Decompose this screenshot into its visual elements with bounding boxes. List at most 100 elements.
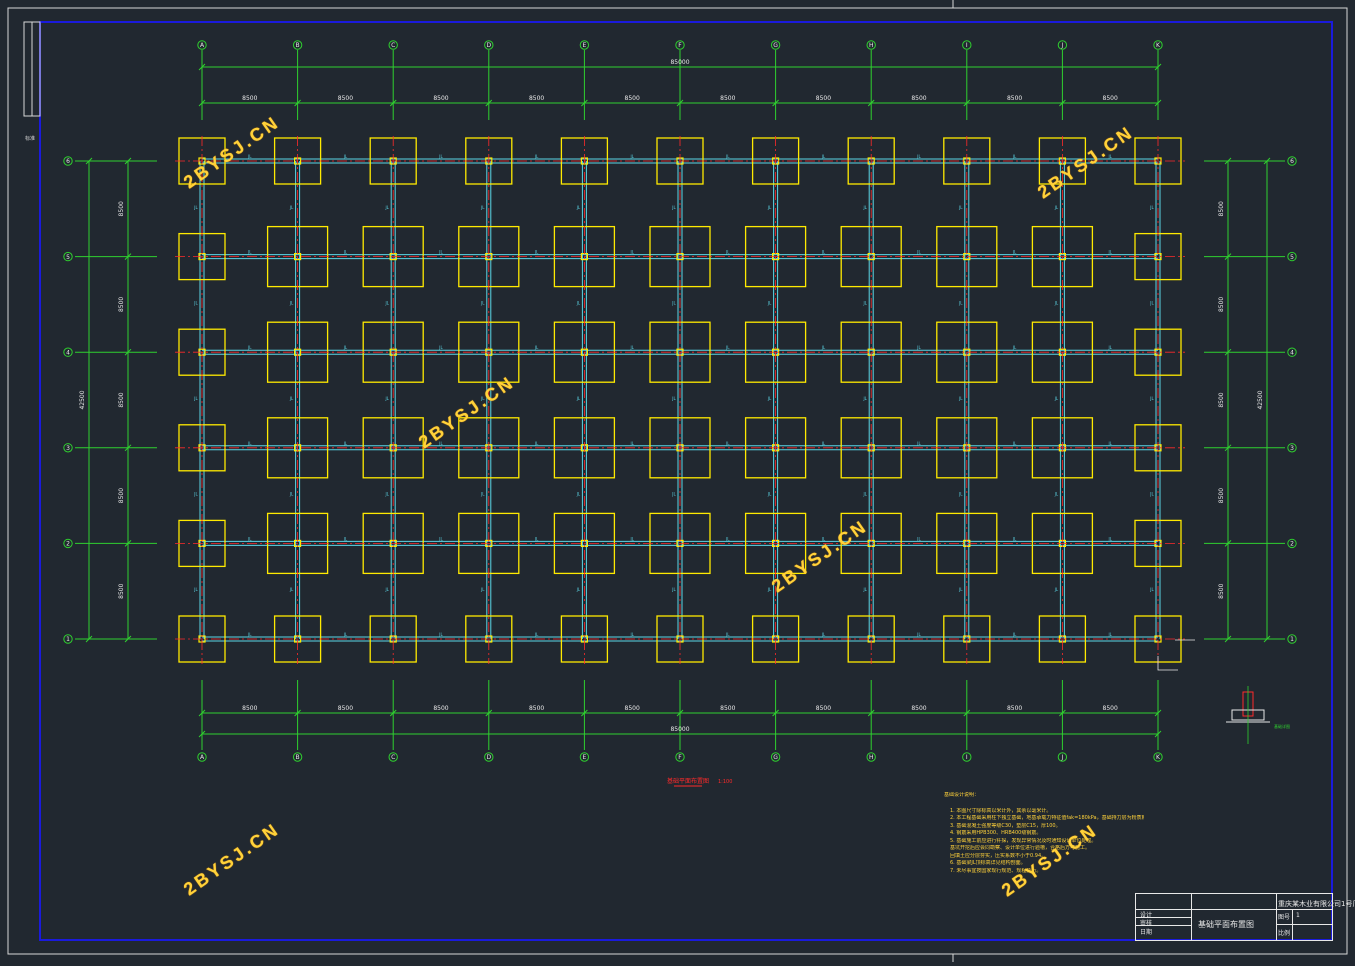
- beam-label: JL: [193, 205, 198, 210]
- beam-label: JL: [1012, 154, 1017, 159]
- beam-label: JL: [767, 587, 772, 592]
- beam-label: JL: [916, 632, 921, 637]
- beam-label: JL: [1012, 250, 1017, 255]
- axis-bubble-label: 4: [1290, 349, 1294, 356]
- axis-bubble-label: 4: [66, 349, 70, 356]
- axis-bubble-label: E: [583, 42, 587, 49]
- beam-label: JL: [1012, 345, 1017, 350]
- tb-drawing-name: 基础平面布置图: [1198, 920, 1254, 929]
- notes-line: 基坑开挖后应会同勘察、设计单位进行验槽，合格后方可施工。: [950, 845, 1091, 851]
- dim-bay-right-text: 8500: [1218, 583, 1225, 598]
- beam-label: JL: [576, 492, 581, 497]
- notes-line: 2. 本工程基础采用柱下独立基础，地基承载力特征值fak=180kPa，基础持力…: [950, 815, 1144, 821]
- dim-bay-left-text: 8500: [118, 201, 125, 216]
- beam-label: JL: [916, 345, 921, 350]
- axis-bubble-label: 1: [66, 636, 70, 643]
- beam-label: JL: [438, 250, 443, 255]
- beam-label: JL: [384, 396, 389, 401]
- dim-bay-top-text: 8500: [242, 95, 257, 102]
- axis-bubble-label: J: [1061, 42, 1064, 49]
- beam-label: JL: [1012, 441, 1017, 446]
- beam-label: JL: [343, 345, 348, 350]
- dim-bay-top-text: 8500: [1103, 95, 1118, 102]
- beam-label: JL: [821, 345, 826, 350]
- dim-bay-top-text: 8500: [911, 95, 926, 102]
- dim-bay-bottom-text: 8500: [242, 705, 257, 712]
- notes-line: 5. 基础施工前应进行钎探，发现异常情况及时通知设计单位处理。: [950, 837, 1097, 844]
- beam-label: JL: [862, 587, 867, 592]
- cad-drawing: JL JL JL JL JL JL JL JL JL JL JL JL JL JL JL JL JL JL JL JL…: [0, 0, 1355, 962]
- dim-bay-top-text: 8500: [529, 95, 544, 102]
- beam-label: JL: [862, 205, 867, 210]
- beam-label: JL: [821, 250, 826, 255]
- beam-label: JL: [916, 154, 921, 159]
- dim-bay-bottom-text: 8500: [1103, 705, 1118, 712]
- tb-sheet-no: 1: [1296, 912, 1300, 919]
- beam-label: JL: [821, 154, 826, 159]
- beam-label: JL: [576, 396, 581, 401]
- beam-label: JL: [671, 396, 676, 401]
- beam-label: JL: [438, 536, 443, 541]
- axis-bubble-label: F: [678, 42, 682, 49]
- beam-label: JL: [534, 250, 539, 255]
- dim-bay-top-text: 8500: [433, 95, 448, 102]
- beam-label: JL: [384, 587, 389, 592]
- beam-label: JL: [343, 441, 348, 446]
- beam-label: JL: [629, 536, 634, 541]
- notes-line: 3. 基础混凝土强度等级C30，垫层C15，厚100。: [950, 822, 1061, 829]
- beam-label: JL: [916, 441, 921, 446]
- beam-label: JL: [343, 154, 348, 159]
- beam-label: JL: [1054, 492, 1059, 497]
- beam-label: JL: [767, 396, 772, 401]
- beam-label: JL: [1107, 536, 1112, 541]
- beam-label: JL: [534, 345, 539, 350]
- notes-line: 1. 本图尺寸除标高以米计外，其余以毫米计。: [950, 807, 1052, 814]
- axis-bubble-label: G: [773, 42, 778, 49]
- design-notes: 基础设计说明： 1. 本图尺寸除标高以米计外，其余以毫米计。 2. 本工程基础采…: [944, 792, 1144, 875]
- axis-bubble-label: F: [678, 754, 682, 761]
- beam-label: JL: [862, 492, 867, 497]
- beam-label: JL: [725, 345, 730, 350]
- dim-bay-right-text: 8500: [1218, 297, 1225, 312]
- beam-label: JL: [629, 632, 634, 637]
- beam-label: JL: [289, 396, 294, 401]
- tb-sheet-label: 图号: [1278, 914, 1291, 921]
- dim-total-bottom-text: 85000: [670, 726, 689, 733]
- notes-line: 回填土应分层夯实，压实系数不小于0.94。: [950, 852, 1047, 859]
- axis-bubble-label: D: [486, 42, 491, 49]
- plan-scale: 1:100: [718, 779, 732, 785]
- beam-label: JL: [247, 441, 252, 446]
- tb-checked: 审核: [1140, 920, 1153, 927]
- beam-label: JL: [671, 492, 676, 497]
- beam-label: JL: [247, 345, 252, 350]
- dim-bay-bottom-text: 8500: [338, 705, 353, 712]
- beam-label: JL: [1149, 587, 1154, 592]
- beam-label: JL: [1149, 396, 1154, 401]
- dim-bay-top-text: 8500: [720, 95, 735, 102]
- dim-bay-top-text: 8500: [625, 95, 640, 102]
- beam-label: JL: [767, 205, 772, 210]
- tb-divider: [1136, 909, 1332, 910]
- beam-label: JL: [193, 492, 198, 497]
- notes-line: 4. 钢筋采用HPB300、HRB400级钢筋。: [950, 830, 1042, 836]
- dim-bay-left-text: 8500: [118, 488, 125, 503]
- beam-label: JL: [767, 492, 772, 497]
- beam-label: JL: [725, 250, 730, 255]
- beam-label: JL: [1054, 396, 1059, 401]
- dim-bay-top-text: 8500: [816, 95, 831, 102]
- center-lines: [175, 136, 1185, 664]
- beam-label: JL: [576, 587, 581, 592]
- beam-label: JL: [862, 300, 867, 305]
- beam-label: JL: [862, 396, 867, 401]
- beam-label: JL: [534, 154, 539, 159]
- tb-divider: [1276, 894, 1277, 940]
- beam-label: JL: [725, 154, 730, 159]
- beam-label: JL: [289, 492, 294, 497]
- dim-bay-bottom-text: 8500: [625, 705, 640, 712]
- dim-bay-top-text: 8500: [1007, 95, 1022, 102]
- beam-label: JL: [247, 250, 252, 255]
- beam-label: JL: [958, 492, 963, 497]
- beam-label: JL: [480, 205, 485, 210]
- axis-bubble-label: D: [486, 754, 491, 761]
- beam-label: JL: [480, 492, 485, 497]
